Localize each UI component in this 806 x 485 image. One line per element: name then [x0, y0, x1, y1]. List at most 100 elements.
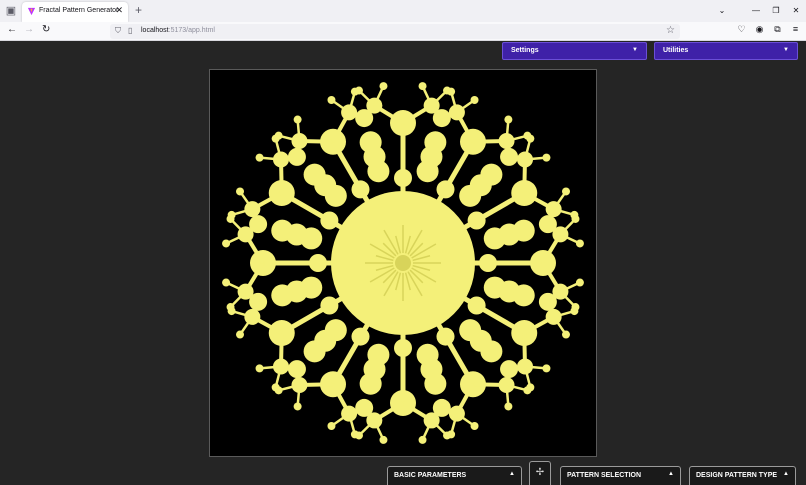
basic-parameters-panel[interactable]: BASIC PARAMETERS ▲: [387, 466, 522, 485]
utilities-dropdown[interactable]: Utilities ▼: [654, 42, 798, 60]
close-window-icon[interactable]: ✕: [786, 0, 806, 22]
account-icon[interactable]: ◉: [753, 24, 766, 35]
move-handle-icon[interactable]: ✢: [529, 461, 551, 485]
fractal-blob: [424, 372, 447, 395]
chevron-down-icon: ▼: [783, 47, 789, 53]
fractal-tip: [293, 402, 302, 411]
utilities-label: Utilities: [663, 47, 689, 54]
fractal-tip: [271, 383, 280, 392]
restore-icon[interactable]: ❐: [766, 0, 786, 22]
fractal-tip: [354, 86, 363, 95]
fractal-blob: [467, 211, 486, 230]
fractal-core: [395, 255, 411, 271]
fractal-blob: [303, 163, 326, 186]
extensions-icon[interactable]: ⧉: [771, 24, 784, 35]
fractal-tip: [542, 153, 551, 162]
tab-title: Fractal Pattern Generator: [39, 7, 119, 14]
fractal-tip: [255, 364, 264, 373]
fractal-tip: [274, 131, 283, 140]
pattern-selection-label: PATTERN SELECTION: [567, 472, 642, 479]
browser-tab[interactable]: Fractal Pattern Generator ✕: [22, 2, 128, 22]
fractal-blob: [479, 254, 497, 272]
fractal-tip: [222, 278, 231, 287]
reload-icon[interactable]: ↻: [42, 24, 50, 35]
fractal-tip: [542, 364, 551, 373]
url-bar[interactable]: ⛉ ▯ localhost:5173/app.html ☆: [110, 24, 680, 39]
fractal-tip: [504, 115, 513, 124]
pattern-selection-panel[interactable]: PATTERN SELECTION ▲: [560, 466, 681, 485]
fractal-tip: [226, 303, 235, 312]
fractal-blob: [249, 215, 268, 234]
fractal-tip: [443, 431, 452, 440]
star-icon[interactable]: ☆: [666, 25, 675, 36]
fractal-blob: [303, 340, 326, 363]
minimize-icon[interactable]: —: [746, 0, 766, 22]
fractal-blob: [351, 180, 370, 199]
back-icon[interactable]: ←: [7, 24, 17, 35]
window-controls: ⌄ — ❐ ✕: [712, 0, 806, 22]
fractal-blob: [432, 109, 451, 128]
fractal-blob: [436, 180, 455, 199]
fractal-tip: [255, 153, 264, 162]
fractal-blob: [512, 219, 535, 242]
fractal-tip: [570, 210, 579, 219]
fractal-blob: [512, 284, 535, 307]
fractal-tip: [470, 421, 479, 430]
fractal-tip: [236, 330, 245, 339]
fractal-blob: [320, 296, 339, 315]
forward-icon[interactable]: →: [24, 24, 34, 35]
fractal-blob: [394, 339, 412, 357]
fractal-blob: [287, 360, 306, 379]
fractal-blob: [351, 327, 370, 346]
chevron-up-icon: ▲: [668, 471, 674, 477]
sidebar-icon[interactable]: ▣: [4, 4, 18, 18]
browser-nav-bar: ← → ↻ ⛉ ▯ localhost:5173/app.html ☆ ♡ ◉ …: [0, 22, 806, 41]
fractal-blob: [359, 131, 382, 154]
fractal-canvas[interactable]: [209, 69, 597, 457]
fractal-blob: [436, 327, 455, 346]
fractal-blob: [480, 163, 503, 186]
fractal-blob: [500, 360, 519, 379]
url-text[interactable]: localhost:5173/app.html: [141, 27, 215, 34]
fractal-tip: [327, 96, 336, 105]
fractal-tip: [379, 435, 388, 444]
new-tab-button[interactable]: +: [135, 3, 142, 17]
fractal-tip: [236, 187, 245, 196]
fractal-blob: [359, 372, 382, 395]
browser-tab-bar: ▣ Fractal Pattern Generator ✕ + ⌄ — ❐ ✕: [0, 0, 806, 22]
fractal-blob: [424, 131, 447, 154]
settings-dropdown[interactable]: Settings ▼: [502, 42, 647, 60]
fractal-tip: [222, 239, 231, 248]
pocket-icon[interactable]: ♡: [735, 24, 748, 35]
fractal-tip: [227, 210, 236, 219]
fractal-blob: [355, 398, 374, 417]
fractal-tip: [561, 187, 570, 196]
fractal-blob: [320, 211, 339, 230]
fractal-blob: [309, 254, 327, 272]
fractal-tip: [350, 430, 359, 439]
fractal-tip: [447, 87, 456, 96]
fractal-tip: [293, 115, 302, 124]
chevron-down-icon: ▼: [632, 47, 638, 53]
fractal-blob: [500, 147, 519, 166]
fractal-tip: [526, 134, 535, 143]
fractal-blob: [538, 215, 557, 234]
fractal-tip: [575, 239, 584, 248]
menu-icon[interactable]: ≡: [789, 24, 802, 35]
fractal-blob: [271, 284, 294, 307]
fractal-tip: [418, 435, 427, 444]
list-tabs-icon[interactable]: ⌄: [712, 0, 732, 22]
design-pattern-type-panel[interactable]: DESIGN PATTERN TYPE ▲: [689, 466, 796, 485]
fractal-blob: [271, 219, 294, 242]
fractal-tip: [418, 82, 427, 91]
fractal-blob: [287, 147, 306, 166]
tab-close-icon[interactable]: ✕: [115, 5, 123, 16]
fractal-blob: [538, 292, 557, 311]
page-icon[interactable]: ▯: [128, 26, 132, 35]
fractal-blob: [394, 169, 412, 187]
basic-parameters-label: BASIC PARAMETERS: [394, 472, 467, 479]
design-pattern-type-label: DESIGN PATTERN TYPE: [696, 472, 778, 479]
fractal-tip: [561, 330, 570, 339]
shield-icon[interactable]: ⛉: [115, 26, 121, 36]
chevron-up-icon: ▲: [783, 471, 789, 477]
